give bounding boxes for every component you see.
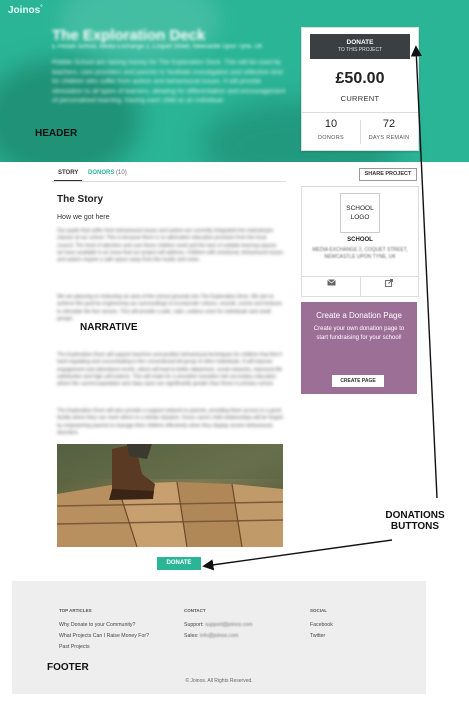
sales-email: info@joinos.com [199,633,239,639]
create-donation-page-promo: Create a Donation Page Create your own d… [301,302,417,394]
story-paragraph: We are planning to redevelop an area of … [57,294,282,322]
school-logo-line2: LOGO [350,214,370,221]
days-caption: DAYS REMAIN [368,135,410,141]
donate-button-sublabel: TO THIS PROJECT [337,47,383,53]
tab-donors-label: DONORS [88,170,115,176]
annotation-donations-buttons: DONATIONS BUTTONS [365,510,465,532]
annotation-line: BUTTONS [390,521,440,532]
story-paragraph: Our pupils that suffer from behavioural … [57,228,283,264]
days-count: 72 [382,118,396,130]
school-address: MEDIA EXCHANGE 2, COQUET STREET, NEWCAST… [312,247,408,260]
annotation-line: DONATIONS [385,510,445,521]
annotation-header: HEADER [35,128,78,139]
project-location: E Pedals School, Media Exchange 2, Coque… [52,44,263,50]
footer-facebook-link[interactable]: Facebook [310,622,333,628]
footer: TOP ARTICLES Why Donate to your Communit… [12,581,426,694]
tab-donors-count: (10) [116,170,127,176]
story-paragraph: The Exploration Deck will support teache… [57,352,283,388]
days-remaining-stat: 72 DAYS REMAIN [360,118,418,141]
school-name: SCHOOL [347,237,373,243]
footer-twitter-link[interactable]: Twitter [310,633,325,639]
sales-label: Sales: [184,633,199,639]
project-title: The Exploration Deck [52,27,206,44]
footer-article-link[interactable]: Past Projects [59,644,90,650]
donate-button-bottom[interactable]: DONATE [157,557,201,570]
amount-raised: £50.00 [335,70,385,87]
tab-donors[interactable]: DONORS (10) [88,170,127,180]
support-email: support@joinos.com [205,622,253,628]
annotation-footer: FOOTER [47,662,89,673]
donors-stat: 10 DONORS [302,118,360,141]
school-card: SCHOOL LOGO SCHOOL MEDIA EXCHANGE 2, COQ… [301,186,419,297]
story-paragraph: The Exploration Deck will also provide a… [57,408,283,436]
create-page-button[interactable]: CREATE PAGE [332,375,384,387]
footer-articles-heading: TOP ARTICLES [59,608,92,613]
external-link-icon[interactable] [360,279,418,289]
school-logo: SCHOOL LOGO [340,193,380,233]
footer-support-contact[interactable]: Support: support@joinos.com [184,622,252,628]
footer-social-heading: SOCIAL [310,608,328,613]
story-photo [57,444,283,547]
donors-caption: DONORS [318,135,344,141]
school-logo-line1: SCHOOL [346,205,374,212]
footer-article-link[interactable]: What Projects Can I Raise Money For? [59,633,149,639]
footer-article-link[interactable]: Why Donate to your Community? [59,622,135,628]
email-icon[interactable] [302,279,360,288]
share-project-button[interactable]: SHARE PROJECT [359,168,417,181]
footer-contact-heading: CONTACT [184,608,206,613]
project-description: Pebble School are raising money for The … [52,59,286,104]
support-label: Support: [184,622,204,628]
copyright: © Joinos. All Rights Reserved. [185,678,253,684]
story-title: The Story [57,194,104,205]
footer-sales-contact[interactable]: Sales: info@joinos.com [184,633,238,639]
annotation-narrative: NARRATIVE [80,322,138,333]
donate-button-label: DONATE [346,39,374,46]
donors-count: 10 [324,118,338,130]
donate-to-project-button[interactable]: DONATE TO THIS PROJECT [310,34,410,59]
story-subtitle: How we got here [57,214,110,221]
amount-caption: CURRENT [340,94,380,103]
tab-underline [52,181,286,182]
brand-logo[interactable]: Joinos° [8,5,43,16]
divider [302,112,418,113]
donation-summary-card: DONATE TO THIS PROJECT £50.00 CURRENT 10… [301,27,419,151]
promo-title: Create a Donation Page [316,311,402,320]
promo-text: Create your own donation page to start f… [313,326,405,341]
